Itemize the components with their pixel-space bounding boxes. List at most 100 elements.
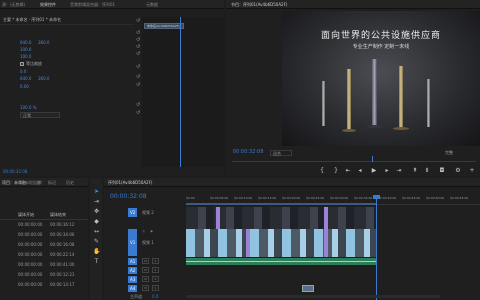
reset-icon[interactable]: ↺: [136, 64, 140, 70]
hand-tool-icon[interactable]: ✋: [93, 248, 100, 255]
effect-timecode[interactable]: 00:00:32:08: [3, 169, 27, 174]
solo-button[interactable]: S: [152, 267, 159, 273]
eye-icon[interactable]: ◉: [148, 229, 155, 235]
reset-icon[interactable]: ↺: [136, 74, 140, 80]
camera-icon[interactable]: ◘: [438, 167, 446, 174]
scale-value[interactable]: 100.0: [20, 47, 31, 52]
audio-waveform: [186, 261, 376, 262]
add-button-icon[interactable]: +: [468, 167, 476, 174]
program-video-frame[interactable]: 面向世界的公共设施供应商 专业生产制作 定制一末线: [282, 11, 480, 146]
col-media-end[interactable]: 媒体结束: [50, 212, 66, 217]
mark-out-icon[interactable]: }: [332, 167, 340, 174]
mute-button[interactable]: M: [142, 276, 149, 282]
anchor-x-value[interactable]: 640.0: [20, 76, 31, 81]
master-track-value[interactable]: 0.0: [152, 294, 158, 299]
reset-icon[interactable]: ↺: [136, 37, 140, 43]
mute-button[interactable]: M: [142, 258, 149, 264]
tab-media-browser[interactable]: 媒体浏览器: [20, 180, 40, 186]
media-end: 00:00:16:08: [50, 242, 75, 247]
reset-icon[interactable]: ↺: [136, 30, 140, 36]
fit-select[interactable]: 适合: [270, 150, 292, 156]
extract-icon[interactable]: ⇟: [423, 167, 431, 174]
solo-button[interactable]: S: [152, 276, 159, 282]
list-item[interactable]: 00:00:00:00 00:00:16:08: [0, 242, 88, 249]
reset-icon[interactable]: ↺: [136, 44, 140, 50]
audio-clip-a1[interactable]: [186, 258, 376, 265]
tab-effect-controls[interactable]: 效果控件: [40, 2, 56, 8]
ruler-tick-label: 00:00:30:00: [330, 196, 349, 200]
tab-libraries[interactable]: 库: [38, 180, 42, 186]
lift-icon[interactable]: ⇞: [411, 167, 419, 174]
col-media-start[interactable]: 媒体开始: [18, 212, 34, 217]
list-item[interactable]: 00:00:00:00 00:00:16:12: [0, 222, 88, 229]
timeline-playhead[interactable]: [376, 195, 377, 300]
goto-out-icon[interactable]: ⇥: [395, 167, 403, 174]
reset-icon[interactable]: ↺: [136, 82, 140, 88]
bollard-image: [427, 79, 430, 127]
reset-icon[interactable]: ↺: [136, 18, 140, 24]
play-icon[interactable]: ▶: [370, 167, 378, 174]
program-timecode[interactable]: 00:00:32:08: [233, 150, 264, 155]
tab-sequence[interactable]: 序列01(Av4b6D50A2F): [108, 180, 152, 186]
list-item[interactable]: 00:00:00:00 00:00:13:17: [0, 282, 88, 289]
mark-in-icon[interactable]: {: [318, 167, 326, 174]
effect-mini-timeline[interactable]: 未命名(Av4b6D50A2F): [142, 17, 224, 167]
step-back-icon[interactable]: ◂: [356, 167, 364, 174]
lock-icon[interactable]: ◎: [140, 229, 147, 235]
pen-tool-icon[interactable]: ✎: [93, 238, 100, 245]
type-tool-icon[interactable]: T: [93, 258, 100, 265]
opacity-value[interactable]: 100.0 %: [20, 105, 37, 110]
reset-icon[interactable]: ↺: [136, 110, 140, 116]
position-y-value[interactable]: 360.0: [38, 40, 49, 45]
program-scrubber[interactable]: [232, 159, 476, 162]
program-playhead[interactable]: [372, 156, 373, 162]
track-label-a3: A3: [130, 277, 136, 282]
transition-marker: [324, 207, 328, 229]
uniform-scale-checkbox[interactable]: [20, 62, 24, 66]
tab-markers[interactable]: 标记: [48, 180, 56, 186]
bollard-image: [367, 125, 382, 128]
scale-width-value[interactable]: 100.0: [20, 54, 31, 59]
mute-button[interactable]: M: [142, 267, 149, 273]
ruler-tick-label: 00:00:50:00: [426, 196, 445, 200]
tab-metadata[interactable]: 元数据: [146, 2, 158, 8]
tab-program[interactable]: 节目：序列01(Av4b6D50A2F): [231, 2, 287, 8]
list-item[interactable]: 00:00:00:00 00:00:34:06: [0, 232, 88, 239]
ruler-tick-label: 00:00:45:00: [402, 196, 421, 200]
ripple-edit-icon[interactable]: ✥: [93, 208, 100, 215]
slip-tool-icon[interactable]: ↔: [93, 228, 100, 235]
selection-tool-icon[interactable]: ➤: [93, 188, 100, 195]
reset-icon[interactable]: ↺: [136, 51, 140, 57]
mute-button[interactable]: M: [142, 285, 149, 291]
playhead-head[interactable]: [373, 195, 380, 199]
solo-button[interactable]: S: [152, 258, 159, 264]
solo-button[interactable]: S: [152, 285, 159, 291]
flicker-value[interactable]: 0.00: [20, 84, 29, 89]
track-label-a2: A2: [130, 268, 136, 273]
timeline-timecode[interactable]: 00:00:32:08: [110, 193, 147, 200]
quality-value[interactable]: 完整: [445, 150, 453, 155]
tab-history[interactable]: 历史: [66, 180, 74, 186]
anchor-y-value[interactable]: 360.0: [38, 76, 49, 81]
step-forward-icon[interactable]: ▸: [383, 167, 391, 174]
goto-in-icon[interactable]: ⇤: [344, 167, 352, 174]
tab-audio-mixer[interactable]: 音频剪辑混合器：序列01: [70, 2, 115, 8]
razor-tool-icon[interactable]: ◆: [93, 218, 100, 225]
settings-icon[interactable]: ⚙: [454, 167, 462, 174]
position-x-value[interactable]: 640.0: [20, 40, 31, 45]
timeline-scrollbar[interactable]: [186, 295, 440, 298]
audio-clip-small[interactable]: [302, 285, 314, 292]
tab-source[interactable]: 源：(无剪辑): [2, 2, 25, 8]
track-label-a4: A4: [130, 286, 136, 291]
video-clip-v2[interactable]: [186, 207, 376, 229]
blend-mode-select[interactable]: 正常: [20, 112, 60, 118]
work-area-bar[interactable]: [186, 203, 376, 205]
track-select-icon[interactable]: ⇥: [93, 198, 100, 205]
list-item[interactable]: 00:00:00:00 00:00:22:14: [0, 252, 88, 259]
reset-icon[interactable]: ↺: [136, 102, 140, 108]
list-item[interactable]: 00:00:00:00 00:00:12:21: [0, 272, 88, 279]
rotation-value[interactable]: 0.0: [20, 69, 26, 74]
list-item[interactable]: 00:00:00:00 00:00:41:00: [0, 262, 88, 269]
video-clip-v1[interactable]: [186, 229, 376, 257]
mini-playhead[interactable]: [180, 17, 181, 167]
